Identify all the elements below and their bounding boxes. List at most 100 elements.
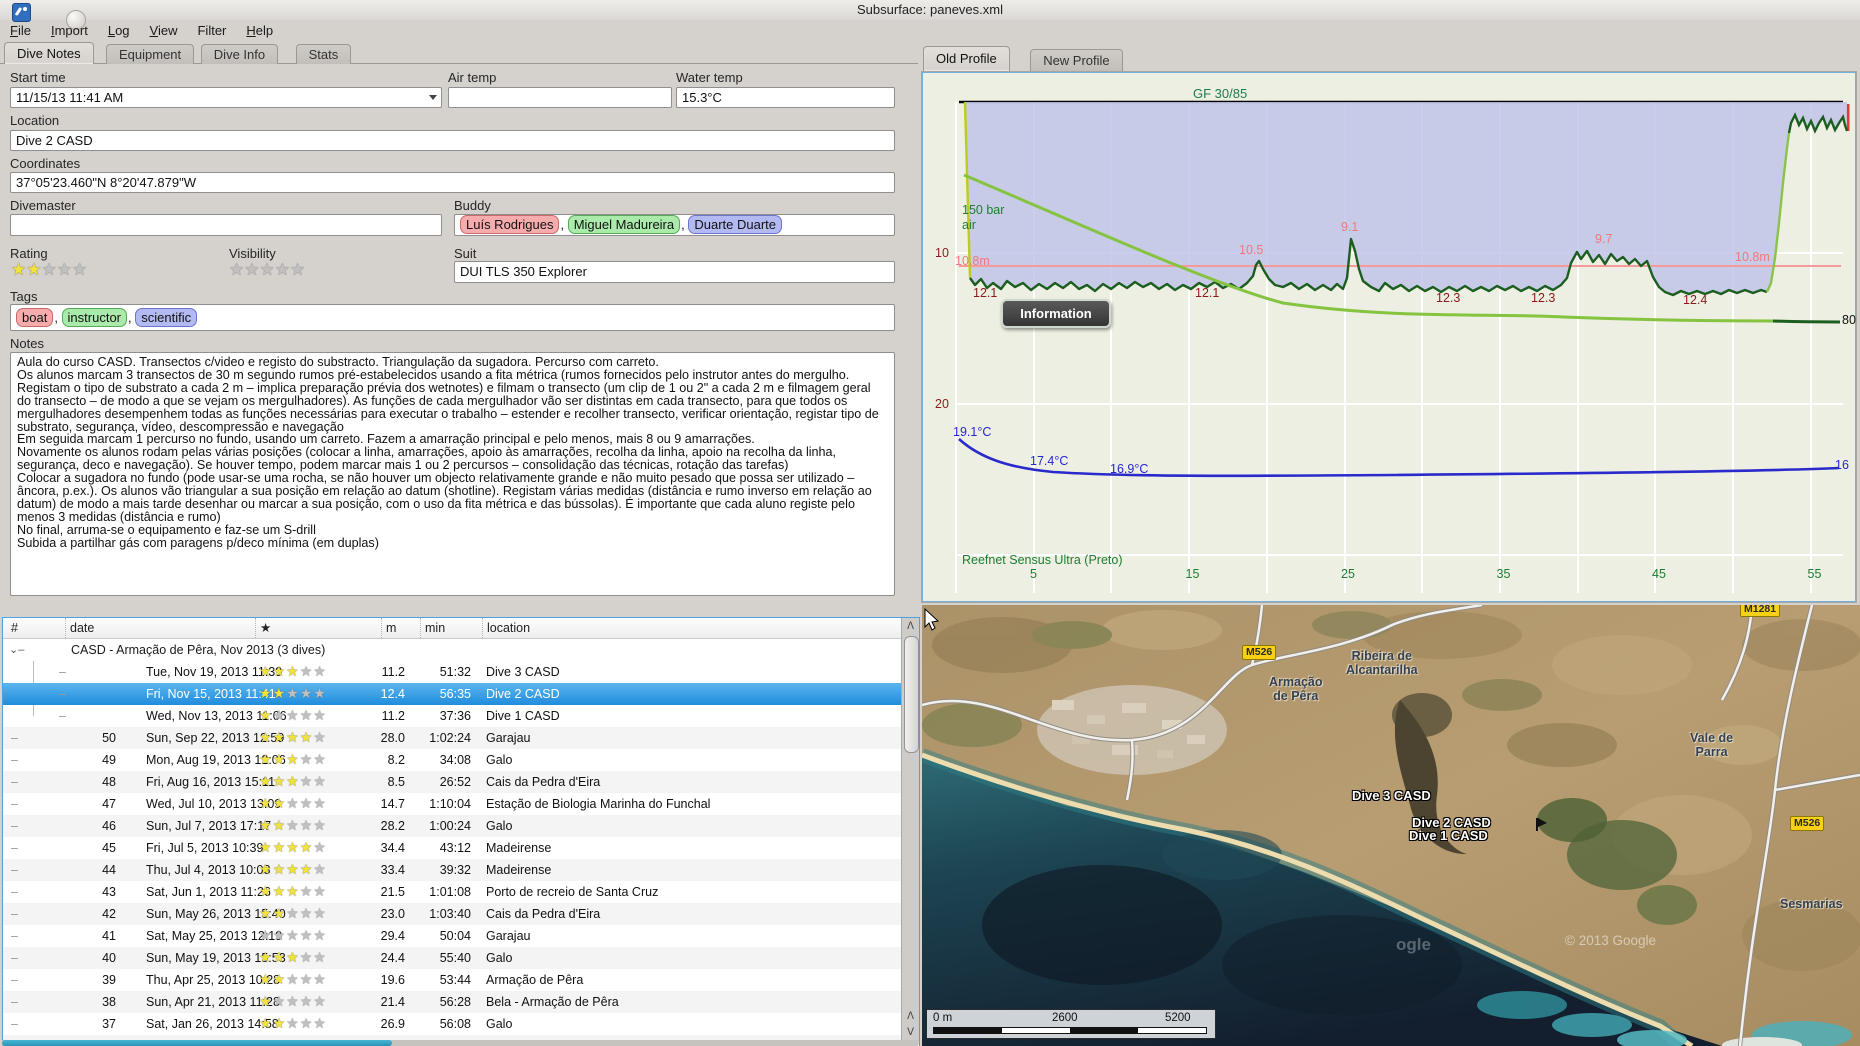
menu-view[interactable]: View — [140, 20, 188, 41]
collapse-chevron-icon[interactable]: ⌄– — [9, 639, 24, 661]
divemaster-input[interactable] — [10, 214, 442, 236]
coordinates-input[interactable]: 37°05'23.460"N 8°20'47.879"W — [10, 172, 895, 193]
dive-row[interactable]: –46 Sun, Jul 7, 2013 17:17 ★★★★★ 28.2 1:00:2… — [3, 815, 901, 837]
star-icon: ★ — [286, 905, 300, 921]
dive-profile-chart[interactable]: GF 30/85 150 bar air 80 10 20 12.1 12.1 12.… — [922, 72, 1856, 602]
depth-value-label: 9.1 — [1341, 220, 1359, 234]
col-duration[interactable]: min — [420, 618, 445, 638]
rating-stars[interactable]: ★★★★★ — [11, 261, 87, 278]
depth-axis-tick: 10 — [935, 246, 949, 260]
dive-rating: ★★★★★ — [259, 837, 327, 859]
scroll-up-icon[interactable]: ᐱ — [904, 620, 917, 633]
menu-import[interactable]: Import — [41, 20, 98, 41]
dive-row[interactable]: –44 Thu, Jul 4, 2013 10:08 ★★★★★ 33.4 39:32 M… — [3, 859, 901, 881]
air-temp-input[interactable] — [448, 87, 672, 108]
dive-location: Cais da Pedra d'Eira — [486, 775, 601, 789]
dive-row[interactable]: –47 Wed, Jul 10, 2013 13:09 ★★★★★ 14.7 1:10:… — [3, 793, 901, 815]
scroll-thumb[interactable] — [2, 1040, 392, 1046]
chevron-down-icon[interactable] — [429, 95, 437, 100]
col-number[interactable]: # — [7, 618, 18, 638]
dive-row[interactable]: – Wed, Nov 13, 2013 11:06 ★★★★★ 11.2 37:36 Di… — [3, 705, 901, 727]
menu-help[interactable]: Help — [236, 20, 283, 41]
dive-row[interactable]: –42 Sun, May 26, 2013 15:40 ★★★★★ 23.0 1:03:… — [3, 903, 901, 925]
star-icon: ★ — [299, 663, 314, 679]
menu-log[interactable]: Log — [98, 20, 140, 41]
dive-row[interactable]: –49 Mon, Aug 19, 2013 12:06 ★★★★★ 8.2 34:08 G… — [3, 749, 901, 771]
water-temp-label: Water temp — [676, 70, 743, 85]
menu-file[interactable]: File — [0, 20, 41, 41]
col-date[interactable]: date — [65, 618, 94, 638]
dive-row[interactable]: –39 Thu, Apr 25, 2013 10:28 ★★★★★ 19.6 53:44… — [3, 969, 901, 991]
scroll-up-icon[interactable]: ᐱ — [904, 1010, 917, 1023]
gradient-factor-label: GF 30/85 — [1193, 86, 1248, 101]
star-icon: ★ — [259, 927, 273, 943]
dive-number: 48 — [102, 775, 116, 789]
star-icon: ★ — [272, 861, 287, 877]
tab-stats[interactable]: Stats — [295, 44, 352, 64]
information-tooltip[interactable]: Information — [1001, 299, 1111, 328]
star-icon: ★ — [259, 729, 273, 745]
star-icon: ★ — [286, 927, 300, 943]
water-temp-input[interactable]: 15.3°C — [676, 87, 895, 108]
col-location[interactable]: location — [482, 618, 530, 638]
dive-row[interactable]: –43 Sat, Jun 1, 2013 11:26 ★★★★★ 21.5 1:01:0… — [3, 881, 901, 903]
star-icon: ★ — [272, 707, 287, 723]
star-icon: ★ — [299, 817, 314, 833]
col-depth[interactable]: m — [381, 618, 396, 638]
buddy-label: Buddy — [454, 198, 491, 213]
dive-row[interactable]: –40 Sun, May 19, 2013 15:53 ★★★★★ 24.4 55:40… — [3, 947, 901, 969]
star-icon: ★ — [299, 773, 314, 789]
tags-input[interactable]: boat, instructor, scientific — [10, 304, 895, 331]
tab-old-profile[interactable]: Old Profile — [923, 46, 1010, 71]
suit-input[interactable]: DUI TLS 350 Explorer — [454, 261, 895, 283]
window-title: Subsurface: paneves.xml — [857, 2, 1003, 17]
dive-list[interactable]: # date ★ m min location ⌄– CASD - Armaçã… — [2, 617, 920, 1046]
dive-duration: 55:40 — [439, 951, 471, 965]
dive-row[interactable]: –50 Sun, Sep 22, 2013 12:59 ★★★★★ 28.0 1:02:… — [3, 727, 901, 749]
buddy-input[interactable]: Luís Rodrigues, Miguel Madureira, Duarte… — [454, 214, 895, 236]
star-icon: ★ — [72, 260, 88, 279]
scale-mid: 2600 — [1052, 1012, 1078, 1024]
dive-row[interactable]: –38 Sun, Apr 21, 2013 11:28 ★★★★★ 21.4 56:28… — [3, 991, 901, 1013]
dive-row[interactable]: –45 Fri, Jul 5, 2013 10:39 ★★★★★ 34.4 43:12 M… — [3, 837, 901, 859]
dive-site-marker[interactable]: Dive 1 CASD — [1409, 828, 1488, 843]
notes-textarea[interactable]: Aula do curso CASD. Transectos c/video e… — [10, 352, 895, 596]
visibility-stars[interactable]: ★★★★★ — [229, 261, 305, 278]
time-axis-tick: 55 — [1807, 567, 1822, 581]
scroll-thumb[interactable] — [904, 636, 919, 753]
dive-list-vscrollbar[interactable]: ᐱ ᐱ ᐯ — [901, 618, 919, 1045]
dive-row[interactable]: – Tue, Nov 19, 2013 11:39 ★★★★★ 11.2 51:32 Di… — [3, 661, 901, 683]
dive-list-header[interactable]: # date ★ m min location — [3, 618, 919, 639]
tab-dive-info[interactable]: Dive Info — [200, 44, 279, 64]
dive-site-marker[interactable]: Dive 3 CASD — [1352, 788, 1431, 803]
dive-duration: 26:52 — [439, 775, 471, 789]
star-icon: ★ — [259, 817, 273, 833]
temperature-label: 16.9°C — [1110, 462, 1149, 476]
dive-row[interactable]: –37 Sat, Jan 26, 2013 14:58 ★★★★★ 26.9 56:08… — [3, 1013, 901, 1035]
dive-rating: ★★★★★ — [259, 661, 327, 683]
col-rating[interactable]: ★ — [255, 618, 271, 638]
depth-value-label: 10.8m — [1735, 250, 1770, 264]
dive-depth: 11.2 — [381, 665, 405, 679]
dive-row[interactable]: –41 Sat, May 25, 2013 12:19 ★★★★★ 29.4 50:04… — [3, 925, 901, 947]
star-icon: ★ — [259, 685, 273, 701]
menu-filter[interactable]: Filter — [187, 20, 236, 41]
dive-row[interactable]: – Fri, Nov 15, 2013 11:41 ★★★★★ 12.4 56:35 Di… — [3, 683, 901, 705]
tab-equipment[interactable]: Equipment — [106, 44, 195, 64]
dive-depth: 33.4 — [380, 863, 405, 877]
star-icon: ★ — [313, 729, 327, 745]
trip-group-row[interactable]: ⌄– CASD - Armação de Pêra, Nov 2013 (3 d… — [3, 639, 901, 661]
dive-depth: 21.5 — [380, 885, 405, 899]
tab-dive-notes[interactable]: Dive Notes — [4, 42, 94, 64]
dive-site-map[interactable]: Armação de Pêra Ribeira de Alcantarilha Va… — [922, 605, 1860, 1046]
star-icon: ★ — [286, 861, 300, 877]
dive-list-hscrollbar[interactable] — [2, 1040, 918, 1046]
scroll-down-icon[interactable]: ᐯ — [904, 1026, 917, 1039]
start-time-input[interactable]: 11/15/13 11:41 AM — [10, 87, 442, 108]
dive-rating: ★★★★★ — [259, 881, 327, 903]
dive-date: Fri, Jul 5, 2013 10:39 — [146, 841, 264, 855]
tab-new-profile[interactable]: New Profile — [1030, 49, 1123, 71]
star-icon: ★ — [290, 260, 306, 279]
location-input[interactable]: Dive 2 CASD — [10, 130, 895, 151]
dive-row[interactable]: –48 Fri, Aug 16, 2013 15:11 ★★★★★ 8.5 26:52 C… — [3, 771, 901, 793]
